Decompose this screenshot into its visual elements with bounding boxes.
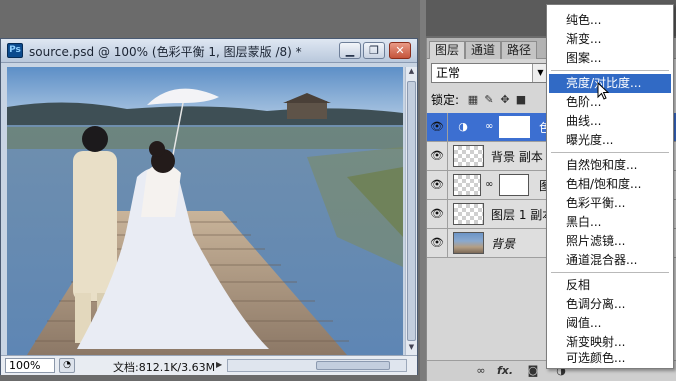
horizontal-scrollbar[interactable] [227,359,407,372]
tab-channels[interactable]: 通道 [465,41,502,59]
menu-item-gradient[interactable]: 渐变... [549,30,671,49]
lock-all-icon[interactable]: ■ [515,94,527,106]
menu-item-pattern[interactable]: 图案... [549,49,671,68]
minimize-button[interactable]: ▁ [339,42,361,59]
document-window[interactable]: Ps source.psd @ 100% (色彩平衡 1, 图层蒙版 /8) *… [0,38,418,375]
status-arrow-icon[interactable]: ▶ [216,360,222,369]
layer-thumbnail[interactable] [453,203,484,225]
menu-item-vibrance[interactable]: 自然饱和度... [549,156,671,175]
menu-item-levels[interactable]: 色阶... [549,93,671,112]
eye-icon[interactable]: 👁 [429,119,445,135]
adjustment-layer-menu: 纯色... 渐变... 图案... 亮度/对比度... 色阶... 曲线... … [546,4,674,369]
divider [447,229,448,257]
photoshop-icon: Ps [7,43,23,58]
menu-item-color-balance[interactable]: 色彩平衡... [549,194,671,213]
layer-name: 图层 1 副本 [491,208,555,222]
layer-mask-thumbnail[interactable] [499,116,530,138]
lock-transparency-icon[interactable]: ▦ [467,94,479,106]
menu-item-black-white[interactable]: 黑白... [549,213,671,232]
horizontal-scroll-thumb[interactable] [316,361,390,370]
divider [447,142,448,170]
menu-item-photo-filter[interactable]: 照片滤镜... [549,232,671,251]
menu-item-solid-color[interactable]: 纯色... [549,11,671,30]
layer-name: 背景 [491,237,516,251]
eye-icon[interactable]: 👁 [429,235,445,251]
menu-item-posterize[interactable]: 色调分离... [549,295,671,314]
tab-paths[interactable]: 路径 [501,41,538,59]
lock-position-icon[interactable]: ✥ [499,94,511,106]
layer-mask-thumbnail[interactable] [499,174,529,196]
scroll-down-icon[interactable]: ▼ [406,343,417,355]
document-titlebar[interactable]: Ps source.psd @ 100% (色彩平衡 1, 图层蒙版 /8) *… [1,39,417,63]
menu-item-brightness-contrast[interactable]: 亮度/对比度... [549,74,671,93]
divider [447,113,448,141]
menu-separator [551,70,669,71]
wedding-photo [7,67,403,355]
lock-pixels-icon[interactable]: ✎ [483,94,495,106]
fx-button[interactable]: fx. [497,364,513,378]
menu-separator [551,272,669,273]
layer-name: 背景 副本 [491,150,543,164]
blend-mode-select[interactable]: 正常 ▼ [431,63,549,83]
link-icon[interactable]: ∞ [485,121,493,132]
menu-item-hue-saturation[interactable]: 色相/饱和度... [549,175,671,194]
image-canvas[interactable] [7,67,403,355]
link-icon[interactable]: ∞ [485,179,493,190]
link-layers-icon[interactable]: ∞ [473,364,489,378]
document-title: source.psd @ 100% (色彩平衡 1, 图层蒙版 /8) * [29,45,302,59]
eye-icon[interactable]: 👁 [429,177,445,193]
status-menu-icon[interactable]: ◔ [59,358,75,373]
menu-item-channel-mixer[interactable]: 通道混合器... [549,251,671,270]
menu-item-selective-color[interactable]: 可选颜色... [549,349,671,368]
menu-item-threshold[interactable]: 阈值... [549,314,671,333]
vertical-scrollbar[interactable]: ▲ ▼ [405,67,417,355]
eye-icon[interactable]: 👁 [429,148,445,164]
document-size-label: 文档:812.1K/3.63M [113,361,216,374]
menu-item-invert[interactable]: 反相 [549,276,671,295]
adjustment-layer-icon: ◑ [451,116,475,138]
restore-button[interactable]: ❐ [363,42,385,59]
close-button[interactable]: ✕ [389,42,411,59]
scroll-up-icon[interactable]: ▲ [406,67,417,79]
lock-row: 锁定: ▦ ✎ ✥ ■ [431,91,526,109]
document-status-bar: 100% ◔ 文档:812.1K/3.63M ▶ [1,355,417,375]
eye-icon[interactable]: 👁 [429,206,445,222]
vertical-scroll-thumb[interactable] [407,81,416,341]
menu-item-curves[interactable]: 曲线... [549,112,671,131]
zoom-level-input[interactable]: 100% [5,358,55,373]
tab-layers[interactable]: 图层 [429,41,466,59]
layer-thumbnail[interactable] [453,232,484,254]
blend-mode-value: 正常 [436,66,461,80]
mouse-cursor-icon [597,82,609,100]
layer-thumbnail[interactable] [453,174,481,196]
menu-item-exposure[interactable]: 曝光度... [549,131,671,150]
menu-separator [551,152,669,153]
divider [447,171,448,199]
divider [447,200,448,228]
add-mask-icon[interactable]: ◙ [525,364,541,378]
layer-thumbnail[interactable] [453,145,484,167]
lock-label: 锁定: [431,93,460,107]
